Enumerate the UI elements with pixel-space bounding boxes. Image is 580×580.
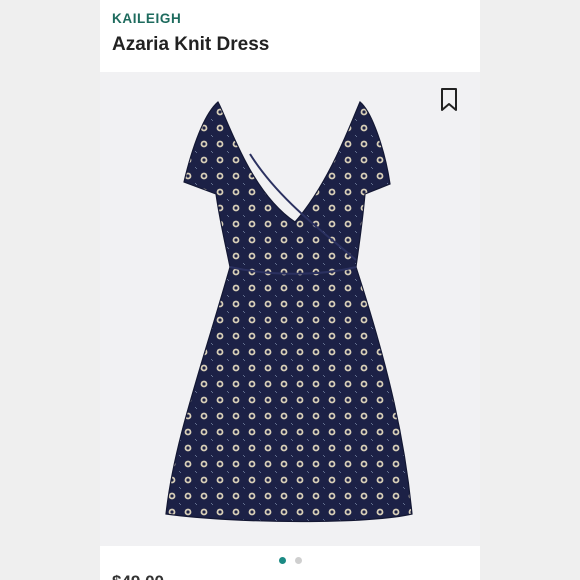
product-title: Azaria Knit Dress: [112, 34, 270, 55]
carousel-dots: [100, 553, 480, 567]
brand-name[interactable]: KAILEIGH: [112, 11, 181, 26]
product-price: $49.00: [112, 572, 164, 580]
carousel-dot-1[interactable]: [278, 556, 286, 564]
carousel-dot-2[interactable]: [294, 556, 302, 564]
product-image-dress: [165, 101, 413, 523]
bookmark-icon[interactable]: [440, 88, 458, 112]
product-card: KAILEIGH Azaria Knit Dress: [100, 0, 480, 580]
product-image-area[interactable]: [100, 72, 480, 546]
